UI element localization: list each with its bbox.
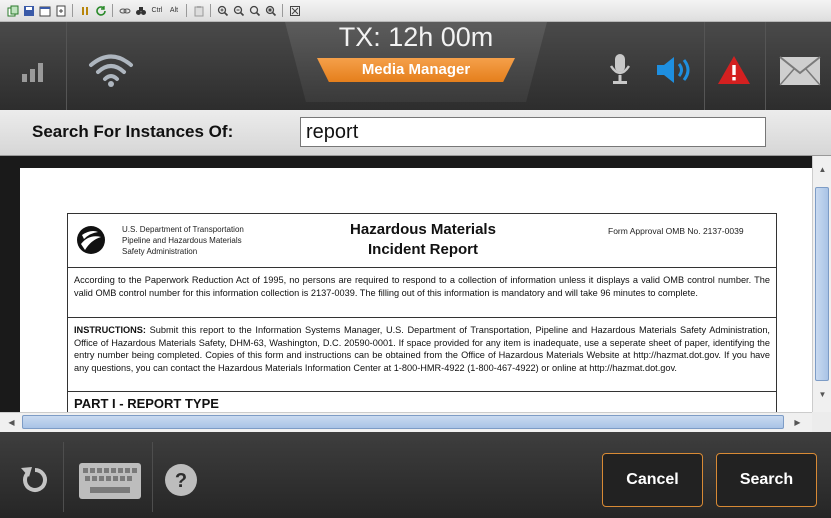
link-icon[interactable] <box>118 4 131 17</box>
form-title-line: Incident Report <box>367 241 478 258</box>
ctrl-key-icon[interactable]: Ctrl <box>150 4 164 17</box>
mail-icon[interactable] <box>779 56 821 86</box>
alert-icon[interactable] <box>716 54 752 86</box>
scroll-left-icon[interactable]: ◀ <box>3 414 20 431</box>
toolbar-divider <box>72 4 73 17</box>
alt-key-icon[interactable]: Alt <box>167 4 181 17</box>
agency-line: Pipeline and Hazardous Materials <box>122 236 242 245</box>
instructions-label: INSTRUCTIONS: <box>74 325 146 335</box>
footer-divider <box>63 442 64 512</box>
form-title-line: Hazardous Materials <box>350 221 496 238</box>
toolbar-divider <box>210 4 211 17</box>
toolbar-divider <box>282 4 283 17</box>
help-icon[interactable]: ? <box>164 463 198 497</box>
export-icon[interactable] <box>54 4 67 17</box>
paste-icon[interactable] <box>192 4 205 17</box>
horizontal-scroll-thumb[interactable] <box>22 415 784 429</box>
header-divider <box>704 22 705 110</box>
form-header-row: U.S. Department of Transportation Pipeli… <box>68 214 776 268</box>
search-input[interactable] <box>300 117 766 147</box>
search-button[interactable]: Search <box>716 453 817 507</box>
footer-divider <box>152 442 153 512</box>
help-glyph: ? <box>175 470 187 492</box>
binoculars-icon[interactable] <box>134 4 147 17</box>
part-heading: PART I - REPORT TYPE <box>74 396 219 411</box>
instructions-text: INSTRUCTIONS: Submit this report to the … <box>74 324 770 374</box>
toolbar-divider <box>186 4 187 17</box>
vertical-scroll-thumb[interactable] <box>815 187 829 381</box>
header-divider <box>66 22 67 110</box>
paperwork-notice: According to the Paperwork Reduction Act… <box>74 275 770 298</box>
fullscreen-icon[interactable] <box>288 4 301 17</box>
header-divider <box>765 22 766 110</box>
instructions-row: INSTRUCTIONS: Submit this report to the … <box>68 318 776 392</box>
signal-icon <box>22 63 43 82</box>
search-label: Search For Instances Of: <box>32 122 234 141</box>
scroll-right-icon[interactable]: ▶ <box>789 414 806 431</box>
agency-name: U.S. Department of Transportation Pipeli… <box>122 224 244 257</box>
keyboard-icon[interactable] <box>78 462 142 500</box>
scroll-down-icon[interactable]: ▼ <box>814 386 831 403</box>
instructions-body: Submit this report to the Information Sy… <box>74 325 770 373</box>
undo-icon[interactable] <box>19 464 51 496</box>
wifi-icon <box>89 54 133 87</box>
scroll-corner-grip <box>812 412 831 432</box>
form-title: Hazardous Materials Incident Report <box>328 220 518 260</box>
pause-icon[interactable] <box>78 4 91 17</box>
scroll-up-icon[interactable]: ▲ <box>814 161 831 178</box>
dot-logo-icon <box>77 226 105 254</box>
zoom-out-icon[interactable] <box>232 4 245 17</box>
toolbar-divider <box>112 4 113 17</box>
zoom-in-icon[interactable] <box>216 4 229 17</box>
copy-icon[interactable] <box>6 4 19 17</box>
zoom-fit-icon[interactable] <box>264 4 277 17</box>
paperwork-notice-row: According to the Paperwork Reduction Act… <box>68 268 776 318</box>
agency-line: U.S. Department of Transportation <box>122 225 244 234</box>
refresh-icon[interactable] <box>94 4 107 17</box>
properties-icon[interactable] <box>38 4 51 17</box>
omb-approval: Form Approval OMB No. 2137-0039 <box>608 226 744 236</box>
incident-report-form: U.S. Department of Transportation Pipeli… <box>67 213 777 413</box>
zoom-reset-icon[interactable] <box>248 4 261 17</box>
app-toolbar: Ctrl Alt <box>0 0 831 22</box>
transmit-time: TX: 12h 00m <box>338 22 494 52</box>
tab-media-manager[interactable]: Media Manager <box>317 58 515 82</box>
cancel-button[interactable]: Cancel <box>602 453 703 507</box>
save-icon[interactable] <box>22 4 35 17</box>
microphone-icon[interactable] <box>607 52 633 88</box>
speaker-icon[interactable] <box>655 55 695 85</box>
agency-line: Safety Administration <box>122 247 198 256</box>
